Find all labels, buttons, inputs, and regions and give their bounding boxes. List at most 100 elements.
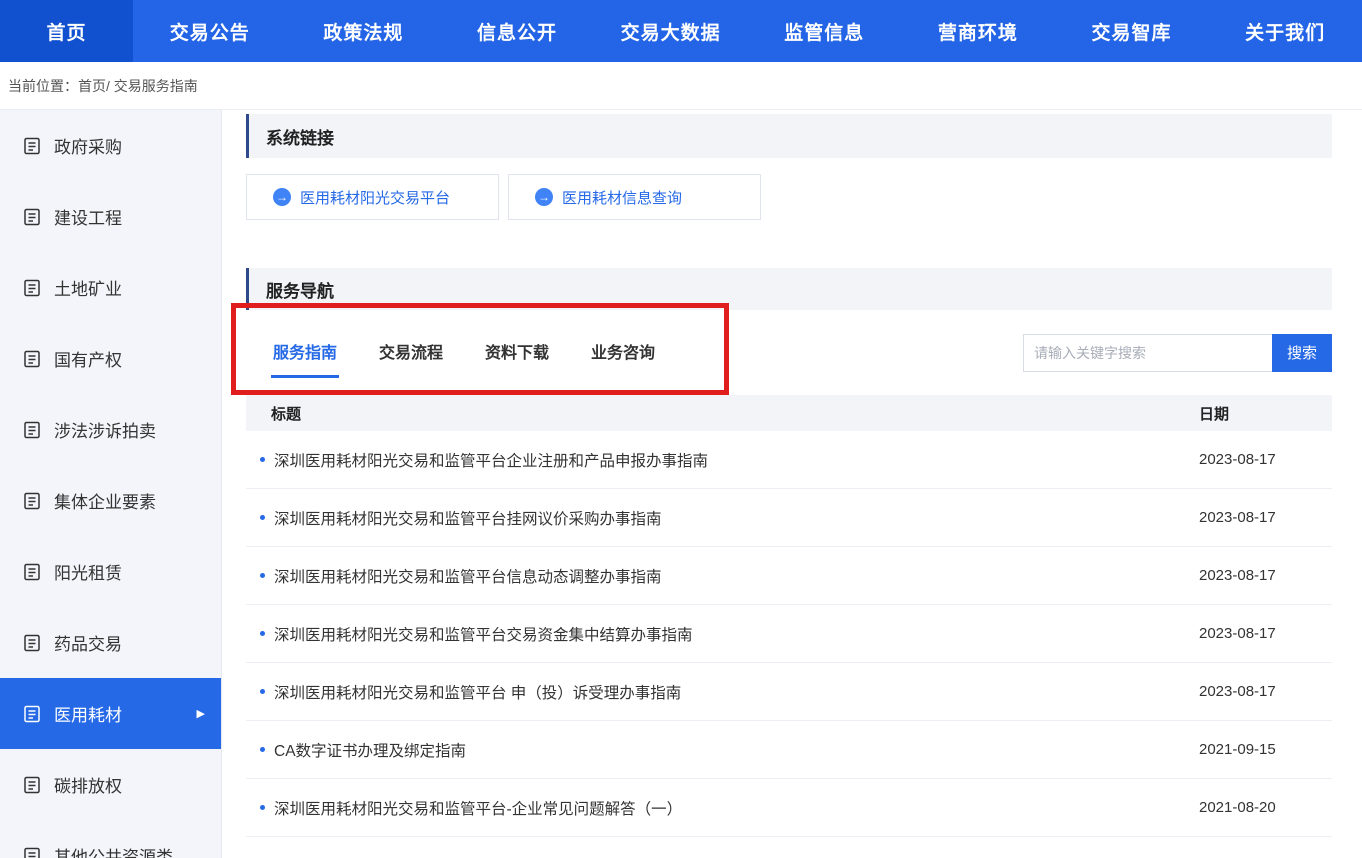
table-header: 标题 日期 (246, 395, 1332, 431)
sidebar: 政府采购 ▶ 建设工程 ▶ (0, 110, 222, 858)
table-row[interactable]: 深圳医用耗材阳光交易和监管平台交易资金集中结算办事指南 2023-08-17 (246, 605, 1332, 663)
article-list: 深圳医用耗材阳光交易和监管平台企业注册和产品申报办事指南 2023-08-17 … (246, 431, 1332, 837)
land-mining-icon (22, 278, 42, 298)
table-row[interactable]: 深圳医用耗材阳光交易和监管平台挂网议价采购办事指南 2023-08-17 (246, 489, 1332, 547)
bullet-icon (260, 573, 265, 578)
bullet-icon (260, 805, 265, 810)
main-content: 系统链接 → 医用耗材阳光交易平台 → 医用耗材信息查询 服务导航 服务指南 (222, 110, 1362, 858)
carbon-emission-icon (22, 775, 42, 795)
sunshine-leasing-icon (22, 562, 42, 582)
system-link[interactable]: → 医用耗材信息查询 (508, 174, 761, 220)
arrow-circle-icon: → (535, 188, 553, 206)
construction-project-icon (22, 207, 42, 227)
sidebar-item-label: 集体企业要素 (54, 488, 156, 513)
sidebar-item-label: 建设工程 (54, 204, 122, 229)
article-link[interactable]: 深圳医用耗材阳光交易和监管平台信息动态调整办事指南 (274, 565, 662, 587)
table-row[interactable]: 深圳医用耗材阳光交易和监管平台 申（投）诉受理办事指南 2023-08-17 (246, 663, 1332, 721)
section-title: 系统链接 (266, 124, 334, 149)
article-link[interactable]: 深圳医用耗材阳光交易和监管平台挂网议价采购办事指南 (274, 507, 662, 529)
arrow-circle-icon: → (273, 188, 291, 206)
sidebar-item[interactable]: 阳光租赁 ▶ (0, 536, 221, 607)
article-link[interactable]: 深圳医用耗材阳光交易和监管平台-企业常见问题解答（一） (274, 797, 682, 819)
service-nav-header: 服务导航 (246, 268, 1332, 310)
sidebar-item-label: 医用耗材 (54, 701, 122, 726)
judicial-auction-icon (22, 420, 42, 440)
sidebar-item-label: 其他公共资源类 (54, 843, 173, 858)
sidebar-item-label: 涉法涉诉拍卖 (54, 417, 156, 442)
section-title: 服务导航 (266, 277, 334, 302)
sidebar-item[interactable]: 碳排放权 ▶ (0, 749, 221, 820)
search-button[interactable]: 搜索 (1272, 334, 1332, 372)
system-link-label: 医用耗材信息查询 (562, 187, 682, 208)
government-procurement-icon (22, 136, 42, 156)
arrow-right-icon: ▶ (197, 707, 205, 720)
column-header-date: 日期 (1199, 403, 1332, 424)
sidebar-item-label: 土地矿业 (54, 275, 122, 300)
top-nav: 首页 交易公告 政策法规 信息公开 交易大数据 监管信息 营商环境 交易智库 关… (0, 0, 1362, 62)
search-box: 搜索 (1023, 334, 1332, 372)
bullet-icon (260, 747, 265, 752)
sidebar-item-label: 阳光租赁 (54, 559, 122, 584)
system-links-header: 系统链接 (246, 114, 1332, 158)
sidebar-item[interactable]: 土地矿业 ▶ (0, 252, 221, 323)
tab[interactable]: 业务咨询 (589, 327, 657, 378)
tab[interactable]: 交易流程 (377, 327, 445, 378)
nav-item[interactable]: 交易公告 (133, 0, 287, 62)
table-row[interactable]: 深圳医用耗材阳光交易和监管平台信息动态调整办事指南 2023-08-17 (246, 547, 1332, 605)
article-date: 2021-09-15 (1199, 741, 1332, 758)
sidebar-item[interactable]: 药品交易 ▶ (0, 607, 221, 678)
article-date: 2021-08-20 (1199, 799, 1332, 816)
column-header-title: 标题 (271, 403, 301, 424)
nav-item[interactable]: 信息公开 (440, 0, 594, 62)
nav-item[interactable]: 首页 (0, 0, 133, 62)
tab[interactable]: 资料下载 (483, 327, 551, 378)
article-date: 2023-08-17 (1199, 451, 1332, 468)
table-row[interactable]: CA数字证书办理及绑定指南 2021-09-15 (246, 721, 1332, 779)
sidebar-item[interactable]: 国有产权 ▶ (0, 323, 221, 394)
article-link[interactable]: 深圳医用耗材阳光交易和监管平台企业注册和产品申报办事指南 (274, 449, 708, 471)
tabs-row: 服务指南 交易流程 资料下载 业务咨询 搜索 (246, 310, 1332, 395)
article-link[interactable]: 深圳医用耗材阳光交易和监管平台交易资金集中结算办事指南 (274, 623, 693, 645)
nav-item[interactable]: 监管信息 (748, 0, 902, 62)
sidebar-item[interactable]: 其他公共资源类 ▶ (0, 820, 221, 858)
article-link[interactable]: CA数字证书办理及绑定指南 (274, 739, 466, 761)
table-row[interactable]: 深圳医用耗材阳光交易和监管平台-企业常见问题解答（一） 2021-08-20 (246, 779, 1332, 837)
sidebar-item[interactable]: 集体企业要素 ▶ (0, 465, 221, 536)
breadcrumb: 当前位置： 首页/ 交易服务指南 (0, 62, 1362, 110)
search-input[interactable] (1023, 334, 1272, 372)
tabs: 服务指南 交易流程 资料下载 业务咨询 (271, 327, 657, 378)
article-date: 2023-08-17 (1199, 509, 1332, 526)
sidebar-item-label: 药品交易 (54, 630, 122, 655)
other-public-resources-icon (22, 846, 42, 858)
sidebar-item[interactable]: 涉法涉诉拍卖 ▶ (0, 394, 221, 465)
tab[interactable]: 服务指南 (271, 327, 339, 378)
sidebar-item[interactable]: 建设工程 ▶ (0, 181, 221, 252)
article-date: 2023-08-17 (1199, 683, 1332, 700)
table-row[interactable]: 深圳医用耗材阳光交易和监管平台企业注册和产品申报办事指南 2023-08-17 (246, 431, 1332, 489)
breadcrumb-prefix: 当前位置： (8, 76, 78, 96)
nav-item[interactable]: 交易大数据 (594, 0, 748, 62)
medical-consumables-icon (22, 704, 42, 724)
bullet-icon (260, 689, 265, 694)
system-links: → 医用耗材阳光交易平台 → 医用耗材信息查询 (246, 158, 1332, 236)
article-date: 2023-08-17 (1199, 567, 1332, 584)
state-property-icon (22, 349, 42, 369)
breadcrumb-path[interactable]: 首页/ 交易服务指南 (78, 76, 198, 96)
sidebar-item[interactable]: 医用耗材 ▶ (0, 678, 221, 749)
collective-enterprise-icon (22, 491, 42, 511)
bullet-icon (260, 631, 265, 636)
sidebar-item[interactable]: 政府采购 ▶ (0, 110, 221, 181)
article-link[interactable]: 深圳医用耗材阳光交易和监管平台 申（投）诉受理办事指南 (274, 681, 681, 703)
nav-item[interactable]: 营商环境 (901, 0, 1055, 62)
sidebar-item-label: 碳排放权 (54, 772, 122, 797)
bullet-icon (260, 515, 265, 520)
bullet-icon (260, 457, 265, 462)
article-date: 2023-08-17 (1199, 625, 1332, 642)
drug-trading-icon (22, 633, 42, 653)
sidebar-item-label: 国有产权 (54, 346, 122, 371)
nav-item[interactable]: 关于我们 (1208, 0, 1362, 62)
nav-item[interactable]: 政策法规 (287, 0, 441, 62)
nav-item[interactable]: 交易智库 (1055, 0, 1209, 62)
sidebar-item-label: 政府采购 (54, 133, 122, 158)
system-link[interactable]: → 医用耗材阳光交易平台 (246, 174, 499, 220)
